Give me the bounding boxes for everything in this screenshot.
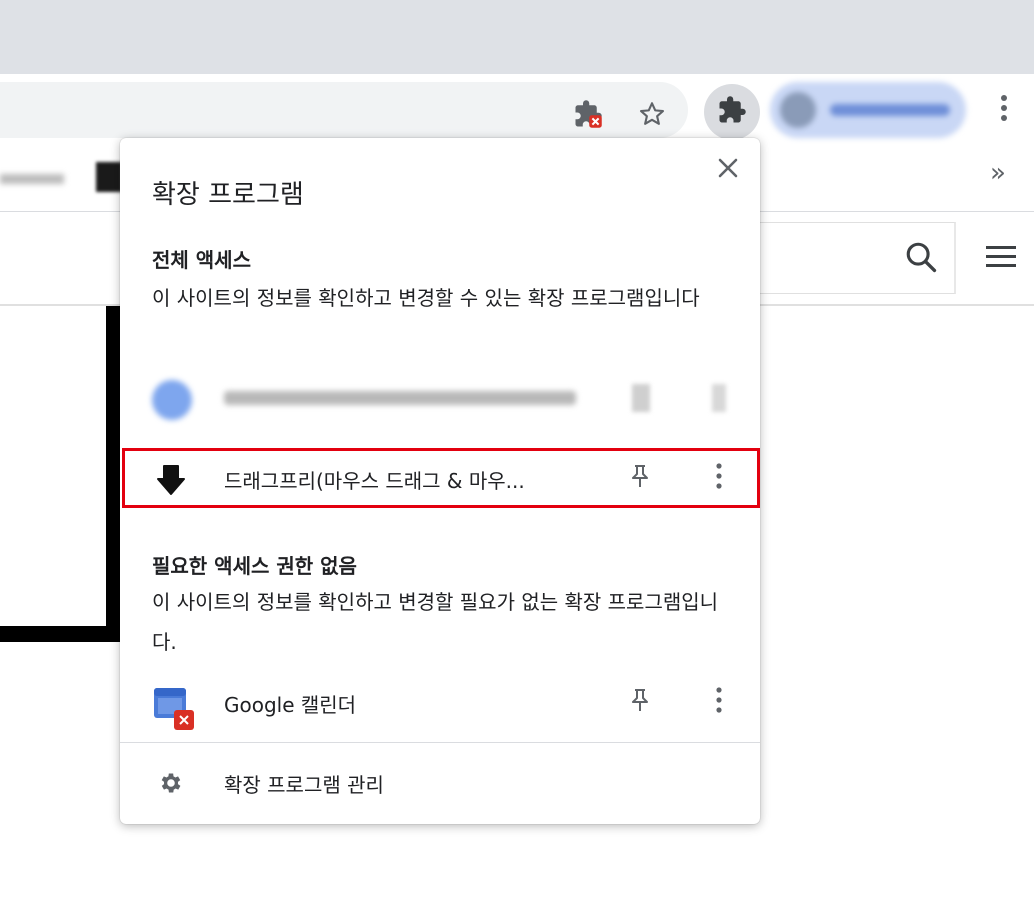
page-content-frame — [0, 306, 122, 642]
star-icon[interactable] — [636, 98, 668, 130]
pin-button[interactable] — [628, 688, 652, 716]
avatar — [780, 92, 816, 128]
extensions-popup: 확장 프로그램 전체 액세스 이 사이트의 정보를 확인하고 변경할 수 있는 … — [120, 138, 760, 824]
browser-window: » 확장 프로그램 전체 액세스 이 사이트의 정보를 확인하고 변경할 수 있… — [0, 0, 1034, 914]
bookmark-icon-blurred[interactable] — [96, 162, 122, 192]
extension-name: Google 캘린더 — [224, 693, 357, 717]
vertical-dots-icon — [716, 687, 722, 717]
google-calendar-icon — [152, 686, 196, 730]
no-access-description: 이 사이트의 정보를 확인하고 변경할 필요가 없는 확장 프로그램입니다. — [152, 590, 719, 654]
close-icon — [718, 158, 738, 182]
popup-title: 확장 프로그램 — [152, 180, 304, 210]
search-icon[interactable] — [904, 240, 938, 278]
profile-button[interactable] — [770, 82, 966, 138]
close-button[interactable] — [714, 156, 742, 184]
extension-name-blurred — [224, 391, 576, 405]
bookmarks-overflow-button[interactable]: » — [990, 158, 1006, 188]
blurred-extension-icon — [152, 380, 192, 420]
extension-row-google-calendar[interactable]: Google 캘린더 — [120, 672, 760, 732]
extensions-button[interactable] — [704, 84, 760, 140]
gear-icon — [158, 770, 184, 800]
highlight-box — [122, 448, 760, 508]
browser-menu-button[interactable] — [990, 92, 1018, 128]
no-access-heading: 필요한 액세스 권한 없음 — [152, 554, 357, 578]
pin-button-blurred[interactable] — [632, 384, 650, 412]
pin-icon — [630, 688, 650, 716]
address-bar[interactable] — [0, 82, 688, 138]
hamburger-icon[interactable] — [986, 244, 1016, 274]
full-access-description: 이 사이트의 정보를 확인하고 변경할 수 있는 확장 프로그램입니다 — [152, 286, 700, 310]
vertical-dots-icon — [1000, 94, 1008, 126]
extension-row-blurred[interactable] — [120, 368, 760, 428]
more-button-blurred[interactable] — [712, 384, 726, 412]
profile-name-blurred — [830, 104, 950, 116]
tab-strip — [0, 0, 1034, 74]
extension-more-button[interactable] — [708, 684, 730, 720]
manage-extensions-button[interactable]: 확장 프로그램 관리 — [120, 752, 760, 812]
browser-toolbar — [0, 74, 1034, 144]
puzzle-icon — [717, 95, 747, 129]
puzzle-with-error-icon[interactable] — [572, 98, 604, 130]
bookmark-item-blurred[interactable] — [0, 174, 64, 184]
divider — [120, 742, 760, 743]
manage-extensions-label: 확장 프로그램 관리 — [224, 773, 384, 797]
full-access-heading: 전체 액세스 — [152, 248, 251, 272]
